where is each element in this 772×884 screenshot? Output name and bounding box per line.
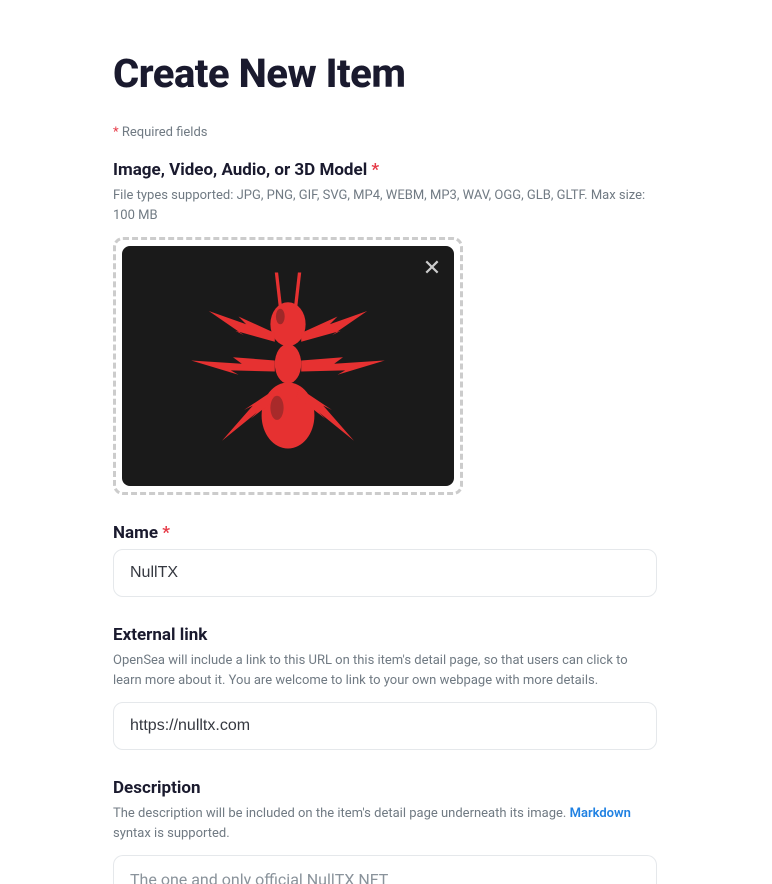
description-help-prefix: The description will be included on the … bbox=[113, 806, 570, 821]
media-label-text: Image, Video, Audio, or 3D Model bbox=[113, 160, 367, 180]
markdown-link[interactable]: Markdown bbox=[570, 806, 631, 821]
external-link-label: External link bbox=[113, 625, 657, 645]
name-required-asterisk: * bbox=[162, 523, 170, 543]
ant-logo-image bbox=[178, 256, 398, 476]
external-link-field: External link OpenSea will include a lin… bbox=[113, 625, 657, 750]
required-note-text: Required fields bbox=[122, 125, 208, 140]
media-required-asterisk: * bbox=[371, 160, 379, 180]
required-fields-note: * Required fields bbox=[113, 125, 657, 140]
required-asterisk: * bbox=[113, 125, 119, 140]
name-field: Name * bbox=[113, 523, 657, 597]
description-field: Description The description will be incl… bbox=[113, 778, 657, 884]
external-link-help: OpenSea will include a link to this URL … bbox=[113, 651, 657, 690]
description-input[interactable]: The one and only official NullTX NFT bbox=[113, 855, 657, 884]
name-input[interactable] bbox=[113, 549, 657, 597]
close-icon: ✕ bbox=[423, 257, 441, 279]
remove-media-button[interactable]: ✕ bbox=[420, 256, 444, 280]
media-upload-zone[interactable]: ✕ bbox=[113, 237, 463, 495]
name-label-text: Name bbox=[113, 523, 158, 543]
media-help: File types supported: JPG, PNG, GIF, SVG… bbox=[113, 186, 657, 225]
media-field: Image, Video, Audio, or 3D Model * File … bbox=[113, 160, 657, 495]
description-label: Description bbox=[113, 778, 657, 798]
name-label: Name * bbox=[113, 523, 657, 543]
description-help: The description will be included on the … bbox=[113, 804, 657, 843]
media-label: Image, Video, Audio, or 3D Model * bbox=[113, 160, 657, 180]
description-help-suffix: syntax is supported. bbox=[113, 826, 230, 841]
page-title: Create New Item bbox=[113, 50, 657, 97]
external-link-input[interactable] bbox=[113, 702, 657, 750]
media-preview: ✕ bbox=[122, 246, 454, 486]
